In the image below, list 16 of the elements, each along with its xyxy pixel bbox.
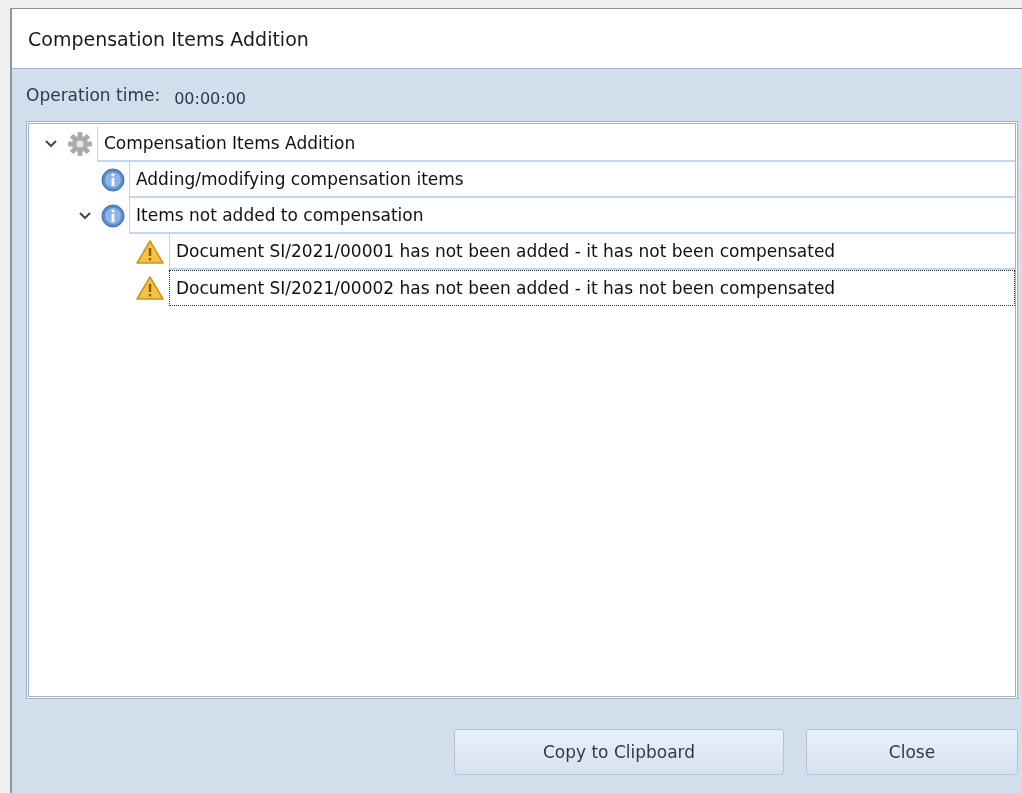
info-icon — [101, 168, 125, 192]
window-title: Compensation Items Addition — [28, 27, 309, 50]
chevron-icon[interactable] — [79, 212, 91, 220]
dialog-button[interactable]: Close — [806, 728, 1018, 775]
tree-item[interactable]: Document SI/2021/00001 has not been added - it has not been compensated — [169, 234, 1015, 270]
operation-time-value: 00:00:00 — [174, 88, 246, 108]
chevron-icon[interactable] — [45, 140, 57, 148]
dialog-button[interactable]: Copy to Clipboard — [454, 728, 784, 775]
warning-icon — [135, 275, 165, 301]
tree-item[interactable]: Items not added to compensation — [129, 198, 1015, 234]
info-icon — [101, 204, 125, 228]
tree-item[interactable]: Adding/modifying compensation items — [129, 162, 1015, 198]
tree-item[interactable]: Document SI/2021/00002 has not been added - it has not been compensated — [169, 270, 1015, 306]
warning-icon — [135, 239, 165, 265]
operation-time-label: Operation time: — [26, 85, 161, 105]
tree-item[interactable]: Compensation Items Addition — [97, 126, 1015, 162]
